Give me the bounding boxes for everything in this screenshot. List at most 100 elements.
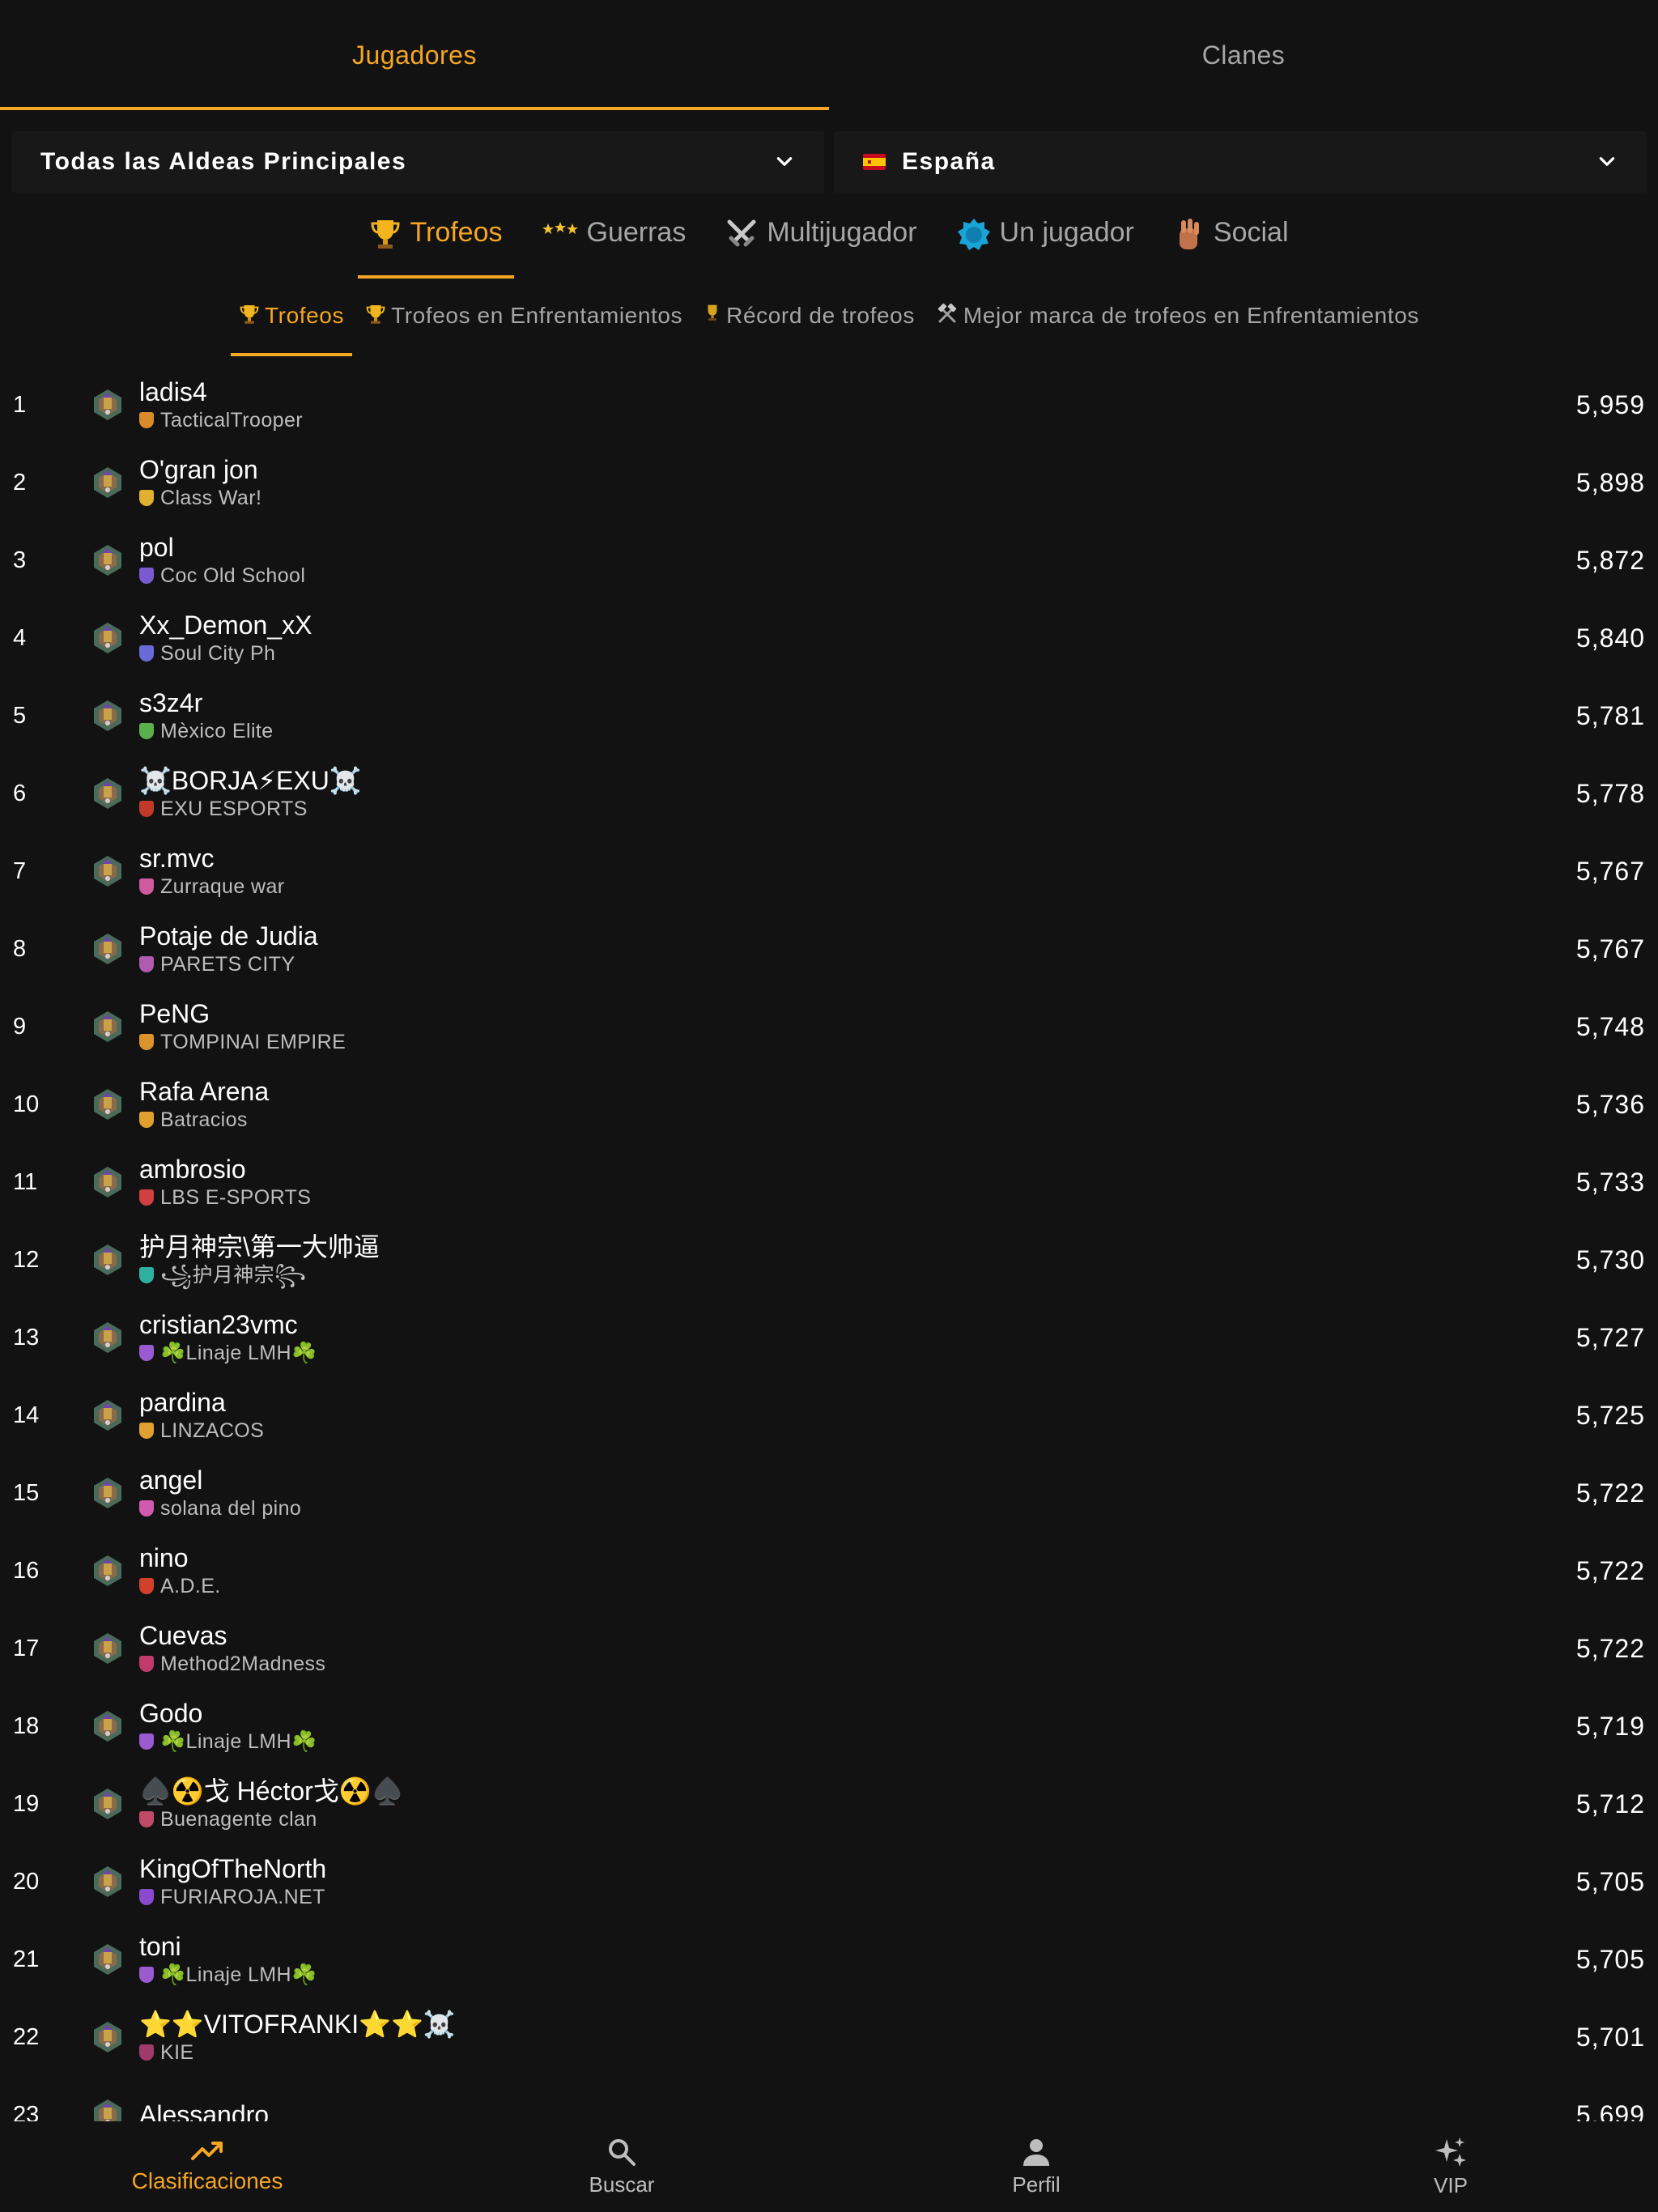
nav-perfil[interactable]: Perfil <box>829 2121 1244 2212</box>
player-row[interactable]: 15 angel solana del pino 5,722 <box>0 1454 1658 1532</box>
player-row[interactable]: 13 cristian23vmc ☘️Linaje LMH☘️ 5,727 <box>0 1299 1658 1376</box>
player-trophies: 5,722 <box>1575 1633 1645 1663</box>
tab-clanes[interactable]: Clanes <box>829 0 1658 110</box>
tab-social[interactable]: Social <box>1162 212 1300 279</box>
clan-name: Soul City Ph <box>160 642 276 665</box>
player-name: Rafa Arena <box>139 1077 270 1106</box>
town-hall-icon <box>89 1941 126 1978</box>
tab-jugadores[interactable]: Jugadores <box>0 0 829 110</box>
ranking-list: 1 ladis4 TacticalTrooper 5,959 2 O'gran jon Cl… <box>0 366 1658 2121</box>
player-name: ♠️☢️戈 Héctor戈☢️♠️ <box>139 1776 404 1806</box>
player-row[interactable]: 10 Rafa Arena Batracios 5,736 <box>0 1066 1658 1143</box>
country-select[interactable]: España <box>834 131 1647 193</box>
nav-clasificaciones[interactable]: Clasificaciones <box>0 2121 414 2212</box>
clan-name: PARETS CITY <box>160 953 295 976</box>
clan-name: LBS E-SPORTS <box>160 1186 312 1209</box>
player-rank: 16 <box>13 1557 40 1584</box>
player-name: s3z4r <box>139 688 203 717</box>
town-hall-icon <box>89 1241 126 1278</box>
player-trophies: 5,748 <box>1575 1011 1645 1041</box>
tab-trofeos-label: Trofeos <box>410 217 503 248</box>
nav-vip[interactable]: VIP <box>1244 2121 1658 2212</box>
player-trophies: 5,733 <box>1575 1167 1645 1197</box>
nav-buscar[interactable]: Buscar <box>414 2121 829 2212</box>
clan-badge-icon <box>139 1345 154 1361</box>
player-row[interactable]: 2 O'gran jon Class War! 5,898 <box>0 444 1658 521</box>
player-row[interactable]: 17 Cuevas Method2Madness 5,722 <box>0 1610 1658 1687</box>
player-row[interactable]: 11 ambrosio LBS E-SPORTS 5,733 <box>0 1143 1658 1221</box>
clan-name: Mèxico Elite <box>160 720 274 742</box>
town-hall-icon <box>89 1552 126 1589</box>
subtab-record-trofeos-label: Récord de trofeos <box>726 303 915 328</box>
town-hall-icon <box>89 1319 126 1356</box>
player-name: cristian23vmc <box>139 1310 298 1339</box>
village-select[interactable]: Todas las Aldeas Principales <box>11 131 824 193</box>
player-row[interactable]: 18 Godo ☘️Linaje LMH☘️ 5,719 <box>0 1687 1658 1765</box>
clan-badge-icon <box>139 956 154 972</box>
clan-badge-icon <box>139 568 154 584</box>
player-row[interactable]: 16 nino A.D.E. 5,722 <box>0 1532 1658 1610</box>
player-rank: 1 <box>13 391 27 418</box>
clan-name: solana del pino <box>160 1497 302 1520</box>
player-info: angel solana del pino <box>139 1465 1483 1521</box>
player-row[interactable]: 7 sr.mvc Zurraque war 5,767 <box>0 832 1658 910</box>
player-rank: 20 <box>13 1868 40 1895</box>
player-clan: FURIAROJA.NET <box>139 1884 1483 1910</box>
player-rank: 9 <box>13 1013 27 1040</box>
player-row[interactable]: 3 pol Coc Old School 5,872 <box>0 521 1658 599</box>
player-row[interactable]: 21 toni ☘️Linaje LMH☘️ 5,705 <box>0 1921 1658 1998</box>
player-row[interactable]: 14 pardina LINZACOS 5,725 <box>0 1376 1658 1454</box>
player-name: ⭐⭐VITOFRANKI⭐⭐☠️ <box>139 2010 456 2039</box>
town-hall-icon <box>89 775 126 812</box>
town-hall-icon <box>89 2096 126 2121</box>
spain-flag-icon <box>863 154 886 170</box>
tab-un-jugador-label: Un jugador <box>999 217 1134 248</box>
sparkles-icon <box>1435 2137 1466 2167</box>
player-clan: A.D.E. <box>139 1573 1483 1599</box>
player-row[interactable]: 1 ladis4 TacticalTrooper 5,959 <box>0 366 1658 444</box>
clan-name: TacticalTrooper <box>160 409 303 432</box>
subtab-mejor-marca-enfrentamientos[interactable]: Mejor marca de trofeos en Enfrentamiento… <box>928 291 1427 356</box>
town-hall-icon <box>89 853 126 890</box>
nav-buscar-label: Buscar <box>589 2172 655 2197</box>
player-info: Godo ☘️Linaje LMH☘️ <box>139 1698 1483 1755</box>
player-name: Godo <box>139 1699 203 1728</box>
player-row[interactable]: 4 Xx_Demon_xX Soul City Ph 5,840 <box>0 599 1658 677</box>
player-row[interactable]: 22 ⭐⭐VITOFRANKI⭐⭐☠️ KIE 5,701 <box>0 1998 1658 2076</box>
tab-multijugador[interactable]: Multijugador <box>713 212 928 279</box>
tab-un-jugador[interactable]: Un jugador <box>945 212 1146 279</box>
player-row[interactable]: 20 KingOfTheNorth FURIAROJA.NET 5,705 <box>0 1843 1658 1921</box>
player-clan: PARETS CITY <box>139 951 1483 977</box>
category-tab-bar: Trofeos Guerras Multijugador Un jugador … <box>0 212 1658 279</box>
town-hall-icon <box>89 1630 126 1667</box>
player-row[interactable]: 5 s3z4r Mèxico Elite 5,781 <box>0 677 1658 755</box>
subtab-record-trofeos[interactable]: Récord de trofeos <box>695 291 923 356</box>
player-trophies: 5,725 <box>1575 1400 1645 1430</box>
trophy-icon <box>369 217 402 251</box>
player-row[interactable]: 6 ☠️BORJA⚡EXU☠️ EXU ESPORTS 5,778 <box>0 755 1658 832</box>
trophy-icon <box>365 303 386 325</box>
player-row[interactable]: 19 ♠️☢️戈 Héctor戈☢️♠️ Buenagente clan 5,712 <box>0 1765 1658 1843</box>
subtab-trofeos-enfrentamientos[interactable]: Trofeos en Enfrentamientos <box>357 291 691 356</box>
player-info: ladis4 TacticalTrooper <box>139 376 1483 433</box>
tab-guerras[interactable]: Guerras <box>530 212 698 279</box>
player-name: ambrosio <box>139 1155 246 1184</box>
player-name: Cuevas <box>139 1621 227 1650</box>
player-row[interactable]: 9 PeNG TOMPINAI EMPIRE 5,748 <box>0 988 1658 1066</box>
player-name: nino <box>139 1543 189 1572</box>
clan-name: TOMPINAI EMPIRE <box>160 1031 346 1053</box>
tab-guerras-label: Guerras <box>586 217 687 248</box>
nav-vip-label: VIP <box>1434 2172 1468 2197</box>
clan-badge-icon <box>139 1034 154 1050</box>
subtab-trofeos[interactable]: Trofeos <box>230 291 353 356</box>
town-hall-icon <box>89 386 126 423</box>
player-row[interactable]: 12 护月神宗\第一大帅逼 ꧁护月神宗꧂ 5,730 <box>0 1221 1658 1299</box>
player-trophies: 5,767 <box>1575 856 1645 886</box>
player-trophies: 5,781 <box>1575 700 1645 730</box>
town-hall-icon <box>89 1863 126 1900</box>
player-rank: 21 <box>13 1946 40 1972</box>
town-hall-icon <box>89 464 126 501</box>
player-row[interactable]: 23 Alessandro 5,699 <box>0 2076 1658 2121</box>
player-row[interactable]: 8 Potaje de Judia PARETS CITY 5,767 <box>0 910 1658 988</box>
tab-trofeos[interactable]: Trofeos <box>358 212 514 279</box>
